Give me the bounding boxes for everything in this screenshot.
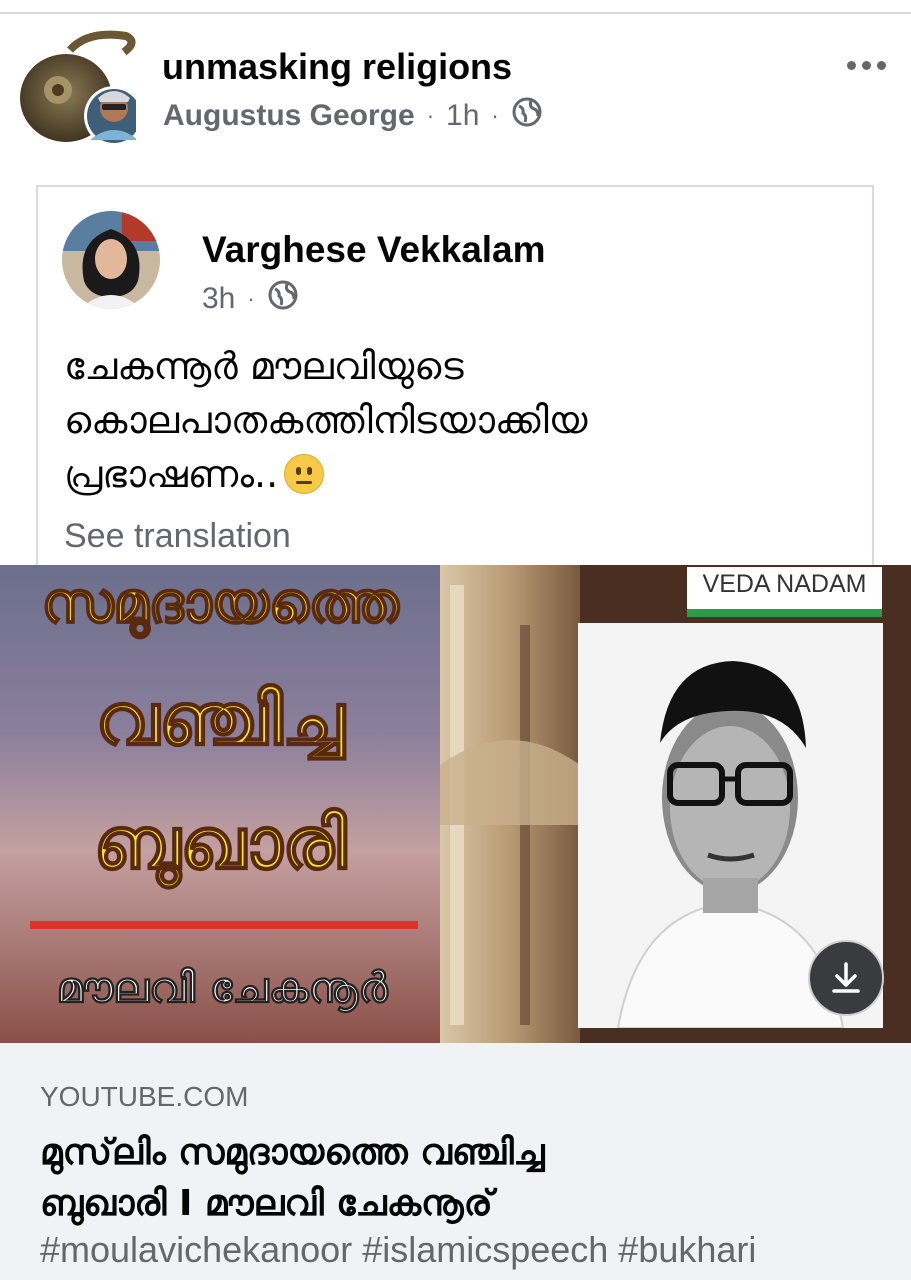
- shared-author-avatar[interactable]: [62, 211, 160, 309]
- thumbnail-subtitle: മൗലവി ചേകനൂർ: [56, 963, 388, 1013]
- shared-author-name[interactable]: Varghese Vekkalam: [202, 229, 546, 271]
- link-title-line: ബുഖാരി I മൗലവി ചേകനൂര്: [40, 1183, 493, 1224]
- post-text-line: ചേകന്നൂർ മൗലവിയുടെ: [64, 344, 464, 388]
- post-text-line: കൊലപാതകത്തിനിടയാക്കിയ: [64, 398, 588, 442]
- link-domain: YOUTUBE.COM: [40, 1081, 249, 1112]
- group-name[interactable]: unmasking religions: [162, 46, 512, 88]
- post-meta: Augustus George · 1h ·: [163, 96, 543, 136]
- shared-post-meta: 3h ·: [202, 279, 299, 319]
- link-title[interactable]: മുസ്‌ലിം സമുദായത്തെ വഞ്ചിച്ച ബുഖാരി I മൗ…: [40, 1127, 900, 1229]
- post-text-line: പ്രഭാഷണം..: [64, 452, 279, 496]
- top-divider: [0, 12, 911, 14]
- link-thumbnail[interactable]: സമുദായത്തെ വഞ്ചിച്ച ബുഖാരി മൗലവി ചേകനൂർ …: [0, 565, 911, 1043]
- see-translation-link[interactable]: See translation: [64, 517, 291, 556]
- neutral-face-emoji-icon: [284, 454, 325, 494]
- shared-post-card[interactable]: Varghese Vekkalam 3h · ചേകന്നൂർ മൗലവിയുട…: [36, 185, 874, 565]
- channel-badge: VEDA NADAM: [687, 567, 882, 617]
- link-title-line: മുസ്‌ലിം സമുദായത്തെ വഞ്ചിച്ച: [40, 1132, 545, 1173]
- thumbnail-title-line: ബുഖാരി: [93, 800, 348, 886]
- post-author[interactable]: Augustus George: [163, 99, 415, 133]
- more-options-icon[interactable]: [842, 50, 890, 80]
- globe-icon: [267, 279, 299, 319]
- group-avatar[interactable]: [18, 28, 144, 146]
- post-time[interactable]: 1h: [446, 99, 479, 133]
- meta-separator: ·: [426, 103, 435, 128]
- download-icon[interactable]: [808, 940, 884, 1016]
- meta-separator: ·: [491, 103, 499, 128]
- link-preview-info[interactable]: YOUTUBE.COM മുസ്‌ലിം സമുദായത്തെ വഞ്ചിച്ച…: [0, 1043, 911, 1280]
- thumbnail-title-line: വഞ്ചിച്ച: [95, 676, 346, 762]
- shared-post-text: ചേകന്നൂർ മൗലവിയുടെ കൊലപാതകത്തിനിടയാക്കിയ…: [64, 339, 844, 501]
- thumbnail-title-line: സമുദായത്തെ: [41, 570, 400, 637]
- globe-icon: [511, 96, 543, 136]
- shared-post-time[interactable]: 3h: [202, 282, 235, 316]
- link-hashtags: #moulavichekanoor #islamicspeech #bukhar…: [40, 1229, 757, 1270]
- meta-separator: ·: [247, 286, 255, 311]
